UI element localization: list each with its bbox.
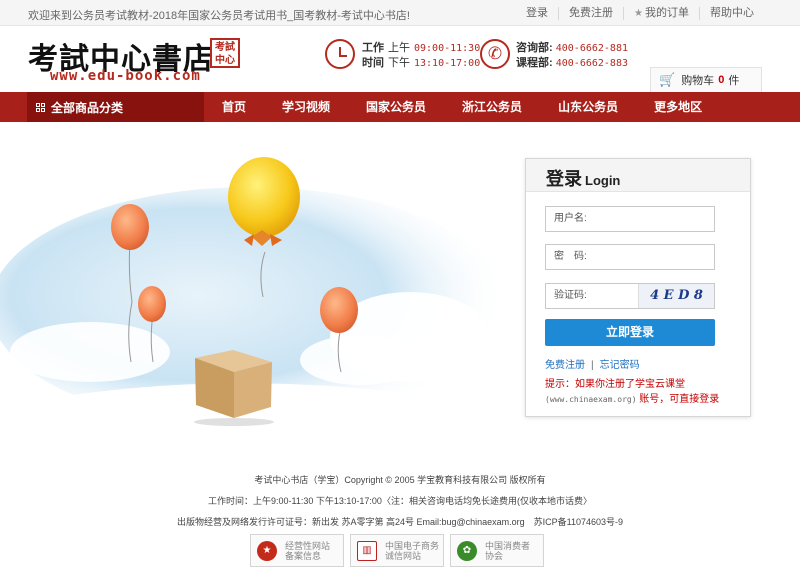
footer-hours: 工作时间：上午9:00-11:30 下午13:10-17:00〈注：相关咨询电话… bbox=[208, 496, 592, 506]
badge-icp[interactable]: ★ 经营性网站 备案信息 bbox=[250, 534, 344, 567]
badge-ecommerce-line1: 中国电子商务 bbox=[385, 540, 440, 551]
badge-ecommerce-line2: 诚信网站 bbox=[385, 550, 422, 561]
register-link[interactable]: 免费注册 bbox=[545, 360, 585, 371]
login-title-en: Login bbox=[585, 173, 621, 188]
main-nav: 全部商品分类 首页 学习视频 国家公务员 浙江公务员 山东公务员 更多地区 bbox=[0, 92, 800, 122]
cart-icon: 🛒 bbox=[659, 72, 676, 87]
hours-label2: 时间 bbox=[362, 57, 384, 69]
welcome-text: 欢迎来到公务员考试教材-2018年国家公务员考试用书_国考教材-考试中心书店! bbox=[28, 10, 410, 22]
nav-items: 首页 学习视频 国家公务员 浙江公务员 山东公务员 更多地区 bbox=[204, 92, 720, 122]
tip-line1: 提示：如果你注册了学宝云课堂 bbox=[545, 379, 685, 390]
star-icon: ★ bbox=[634, 8, 643, 19]
captcha-input[interactable]: 验证码: 4 E D 8 bbox=[545, 283, 715, 309]
ecommerce-icon: ▥ bbox=[357, 540, 377, 561]
logo-url: www.edu-book.com bbox=[50, 68, 201, 84]
nav-item-shandong[interactable]: 山东公务员 bbox=[540, 92, 636, 122]
header: 考試中心書店 考試中心 www.edu-book.com 工作 上午 09:00-1… bbox=[0, 26, 800, 93]
login-tip: 提示：如果你注册了学宝云课堂 (www.chinaexam.org) 账号，可直… bbox=[545, 377, 719, 407]
password-input[interactable]: 密 码: bbox=[545, 244, 715, 270]
course-label: 课程部: bbox=[516, 57, 553, 69]
my-orders-link[interactable]: ★ 我的订单 bbox=[623, 7, 699, 20]
badge-ecommerce[interactable]: ▥ 中国电子商务 诚信网站 bbox=[350, 534, 444, 567]
cart-unit: 件 bbox=[728, 75, 740, 87]
grid-icon bbox=[36, 102, 45, 112]
badge-icp-line1: 经营性网站 bbox=[285, 540, 331, 551]
consult-label: 咨询部: bbox=[516, 42, 553, 54]
badge-consumer[interactable]: ✿ 中国消费者 协会 bbox=[450, 534, 544, 567]
contact-phones: 咨询部: 400-6662-881 课程部: 400-6662-883 bbox=[516, 41, 628, 71]
footer-copyright: 考试中心书店（学宝）Copyright © 2005 学宝教育科技有限公司 版权… bbox=[254, 475, 546, 485]
captcha-image[interactable]: 4 E D 8 bbox=[638, 284, 714, 308]
tip-url: (www.chinaexam.org) bbox=[545, 395, 637, 404]
phone-icon: ✆ bbox=[480, 39, 510, 69]
footer: 考试中心书店（学宝）Copyright © 2005 学宝教育科技有限公司 版权… bbox=[0, 470, 800, 533]
pm-label: 下午 bbox=[388, 57, 410, 69]
course-phone: 400-6662-883 bbox=[555, 58, 628, 69]
username-input[interactable]: 用户名: bbox=[545, 206, 715, 232]
nav-item-zhejiang[interactable]: 浙江公务员 bbox=[444, 92, 540, 122]
cart-button[interactable]: 🛒 购物车 0 件 bbox=[650, 67, 762, 93]
help-center-link[interactable]: 帮助中心 bbox=[699, 7, 764, 20]
badge-consumer-line2: 协会 bbox=[485, 550, 504, 561]
top-login-link[interactable]: 登录 bbox=[516, 7, 558, 20]
am-label: 上午 bbox=[388, 42, 410, 54]
top-register-link[interactable]: 免费注册 bbox=[558, 7, 623, 20]
login-header: 登录 Login bbox=[526, 159, 750, 192]
trust-badges: ★ 经营性网站 备案信息 ▥ 中国电子商务 诚信网站 ✿ 中国消费者 协会 bbox=[250, 534, 544, 567]
top-bar: 欢迎来到公务员考试教材-2018年国家公务员考试用书_国考教材-考试中心书店! … bbox=[0, 0, 800, 26]
nav-item-home[interactable]: 首页 bbox=[204, 92, 264, 122]
badge-icp-line2: 备案信息 bbox=[285, 550, 322, 561]
logo-seal: 考試中心 bbox=[210, 38, 240, 68]
login-links: 免费注册 | 忘记密码 bbox=[545, 360, 640, 371]
forgot-password-link[interactable]: 忘记密码 bbox=[600, 360, 640, 371]
captcha-placeholder: 验证码: bbox=[554, 290, 587, 301]
top-links: 登录 免费注册 ★ 我的订单 帮助中心 bbox=[516, 7, 764, 20]
login-submit-button[interactable]: 立即登录 bbox=[545, 319, 715, 346]
login-panel: 登录 Login 用户名: 密 码: 验证码: 4 E D 8 立即登录 免费注… bbox=[525, 158, 751, 417]
police-emblem-icon: ★ bbox=[257, 540, 277, 561]
nav-item-national[interactable]: 国家公务员 bbox=[348, 92, 444, 122]
badge-consumer-line1: 中国消费者 bbox=[485, 540, 531, 551]
all-categories-button[interactable]: 全部商品分类 bbox=[27, 92, 204, 122]
working-hours: 工作 上午 09:00-11:30 时间 下午 13:10-17:00 bbox=[362, 41, 480, 71]
tip-line2: 账号，可直接登录 bbox=[639, 394, 720, 405]
all-categories-label: 全部商品分类 bbox=[51, 100, 124, 115]
nav-item-videos[interactable]: 学习视频 bbox=[264, 92, 348, 122]
hours-label: 工作 bbox=[362, 42, 384, 54]
footer-license: 出版物经营及网络发行许可证号：新出发 苏A零字第 高24号 Email:bug@… bbox=[176, 517, 624, 527]
cart-count: 0 bbox=[718, 74, 725, 86]
consult-phone: 400-6662-881 bbox=[555, 43, 628, 54]
nav-item-more[interactable]: 更多地区 bbox=[636, 92, 720, 122]
clock-icon bbox=[325, 39, 355, 69]
am-hours: 09:00-11:30 bbox=[414, 43, 481, 54]
consumer-assoc-icon: ✿ bbox=[457, 540, 477, 561]
login-title: 登录 bbox=[546, 169, 582, 189]
cart-label: 购物车 bbox=[681, 75, 715, 87]
pm-hours: 13:10-17:00 bbox=[414, 58, 481, 69]
